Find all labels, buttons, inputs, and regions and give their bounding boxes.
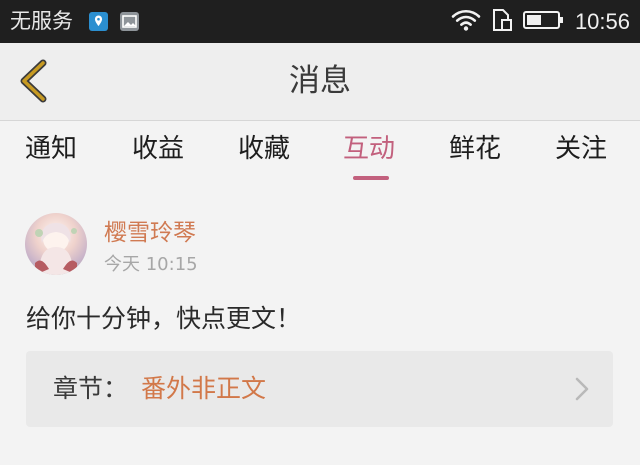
tab-earnings[interactable]: 收益 [132,131,184,167]
wifi-icon [451,8,481,36]
tab-notifications[interactable]: 通知 [25,131,77,167]
tab-interactions[interactable]: 互动 [343,131,395,167]
message-username[interactable]: 樱雪玲琴 [104,218,196,248]
tab-following[interactable]: 关注 [555,131,607,167]
tab-favorites[interactable]: 收藏 [238,131,290,167]
page-title: 消息 [289,63,351,99]
tab-flowers[interactable]: 鲜花 [449,131,501,167]
avatar[interactable] [25,213,87,275]
tab-bar: 通知 收益 收藏 互动 鲜花 关注 [0,121,640,185]
clock-time: 10:56 [574,8,630,34]
chapter-label: 章节： [53,374,129,403]
battery-icon [522,10,565,34]
image-icon [120,12,139,31]
app-header: 消息 [0,43,640,121]
chevron-right-icon [575,377,589,401]
active-tab-indicator [353,176,389,180]
avatar-illustration [35,223,77,275]
message-text: 给你十分钟，快点更文！ [26,304,302,333]
message-timestamp: 今天 10:15 [104,254,198,275]
chapter-title: 番外非正文 [141,374,267,403]
status-bar-right: 10:56 [451,6,630,37]
carrier-text: 无服务 [10,9,73,33]
location-icon [89,12,108,31]
status-bar: 无服务 10:56 [0,0,640,43]
sim-icon [491,8,513,36]
chapter-link-card[interactable]: 章节： 番外非正文 [26,351,613,427]
